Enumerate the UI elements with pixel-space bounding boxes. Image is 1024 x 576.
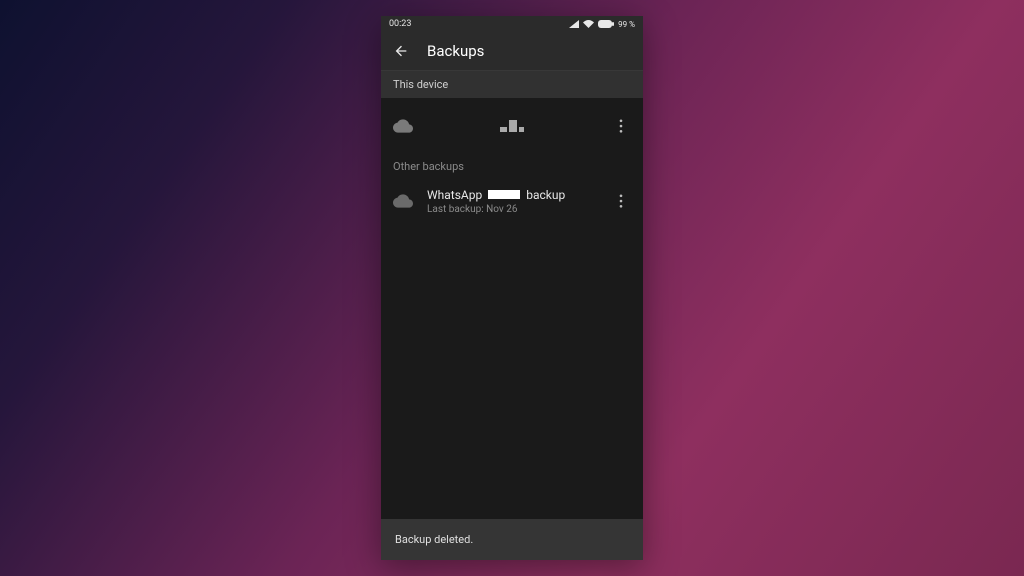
phone-frame: 00:23 99 % Backups This device [381,16,643,560]
cloud-icon [393,194,413,208]
more-vert-icon [619,194,623,208]
signal-icon [569,20,579,28]
backup-device-label [427,120,597,132]
whatsapp-subtitle: Last backup: Nov 26 [427,204,597,215]
status-bar: 00:23 99 % [381,16,643,32]
backup-row-whatsapp[interactable]: WhatsApp backup Last backup: Nov 26 [381,179,643,229]
status-time: 00:23 [389,19,411,29]
redacted-device-name [500,120,524,132]
whatsapp-more-button[interactable] [611,187,631,215]
arrow-left-icon [393,43,409,59]
section-this-device: This device [381,71,643,98]
whatsapp-title: WhatsApp backup [427,188,597,202]
whatsapp-title-suffix: backup [526,188,565,202]
cloud-icon [393,119,413,133]
snackbar-text: Backup deleted. [395,533,473,546]
battery-percent: 99 % [618,20,635,29]
back-button[interactable] [393,43,409,59]
wifi-icon [583,20,594,28]
page-title: Backups [427,42,484,60]
whatsapp-title-prefix: WhatsApp [427,188,482,202]
snackbar: Backup deleted. [381,519,643,560]
more-vert-icon [619,119,623,133]
redacted-phone [488,190,520,199]
device-more-button[interactable] [611,112,631,140]
backup-row-device[interactable] [381,98,643,154]
section-other-backups: Other backups [381,154,643,179]
battery-icon [598,20,614,28]
app-bar: Backups [381,32,643,71]
status-indicators: 99 % [569,20,635,29]
content-area: Other backups WhatsApp backup Last backu… [381,98,643,519]
